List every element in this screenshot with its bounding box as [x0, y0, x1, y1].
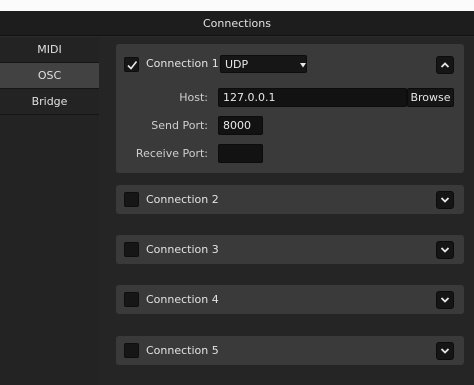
- host-label: Host:: [179, 91, 208, 104]
- sidebar: MIDI OSC Bridge: [0, 37, 99, 385]
- connection-5-checkbox[interactable]: [124, 343, 139, 358]
- chevron-down-icon: [440, 247, 450, 253]
- connection-3-label: Connection 3: [146, 243, 219, 256]
- expand-button[interactable]: [436, 342, 454, 360]
- connection-3-checkbox[interactable]: [124, 242, 139, 257]
- send-port-input-value: 8000: [223, 119, 251, 132]
- sidebar-item-midi[interactable]: MIDI: [0, 37, 99, 63]
- connection-2-label: Connection 2: [146, 193, 219, 206]
- connections-window: Connections MIDI OSC Bridge Connection 1…: [0, 11, 474, 385]
- send-port-input[interactable]: 8000: [218, 116, 263, 135]
- chevron-down-icon: [440, 348, 450, 354]
- sidebar-item-osc[interactable]: OSC: [0, 63, 99, 89]
- connections-content: Connection 1 UDP Host: 127.0.0.1 Browse …: [99, 37, 474, 385]
- receive-port-input[interactable]: [218, 144, 263, 163]
- connection-4-panel: Connection 4: [116, 285, 464, 314]
- caret-down-icon: [300, 63, 306, 68]
- window-title: Connections: [203, 16, 271, 30]
- connection-2-panel: Connection 2: [116, 185, 464, 214]
- send-port-label: Send Port:: [151, 119, 208, 132]
- expand-button[interactable]: [436, 241, 454, 259]
- checkmark-icon: [127, 61, 138, 70]
- connection-1-checkbox[interactable]: [124, 57, 139, 72]
- connection-2-checkbox[interactable]: [124, 192, 139, 207]
- connection-3-panel: Connection 3: [116, 235, 464, 264]
- sidebar-item-label: Bridge: [31, 95, 68, 108]
- chevron-up-icon: [440, 62, 450, 68]
- sidebar-item-label: OSC: [37, 69, 62, 82]
- connection-4-checkbox[interactable]: [124, 292, 139, 307]
- connection-5-panel: Connection 5: [116, 336, 464, 365]
- receive-port-label: Receive Port:: [135, 147, 208, 160]
- protocol-select-value: UDP: [225, 58, 249, 71]
- window-titlebar: Connections: [0, 11, 474, 36]
- browse-button[interactable]: Browse: [407, 88, 454, 107]
- chevron-down-icon: [440, 197, 450, 203]
- collapse-button[interactable]: [436, 56, 454, 74]
- host-input-value: 127.0.0.1: [223, 91, 276, 104]
- connection-5-label: Connection 5: [146, 344, 219, 357]
- connection-1-panel: Connection 1 UDP Host: 127.0.0.1 Browse …: [116, 44, 464, 173]
- host-input[interactable]: 127.0.0.1: [218, 88, 407, 107]
- protocol-select[interactable]: UDP: [220, 55, 307, 73]
- sidebar-item-bridge[interactable]: Bridge: [0, 89, 99, 115]
- chevron-down-icon: [440, 297, 450, 303]
- expand-button[interactable]: [436, 191, 454, 209]
- connection-4-label: Connection 4: [146, 293, 219, 306]
- connection-1-label: Connection 1: [146, 57, 219, 70]
- expand-button[interactable]: [436, 291, 454, 309]
- sidebar-item-label: MIDI: [37, 43, 62, 56]
